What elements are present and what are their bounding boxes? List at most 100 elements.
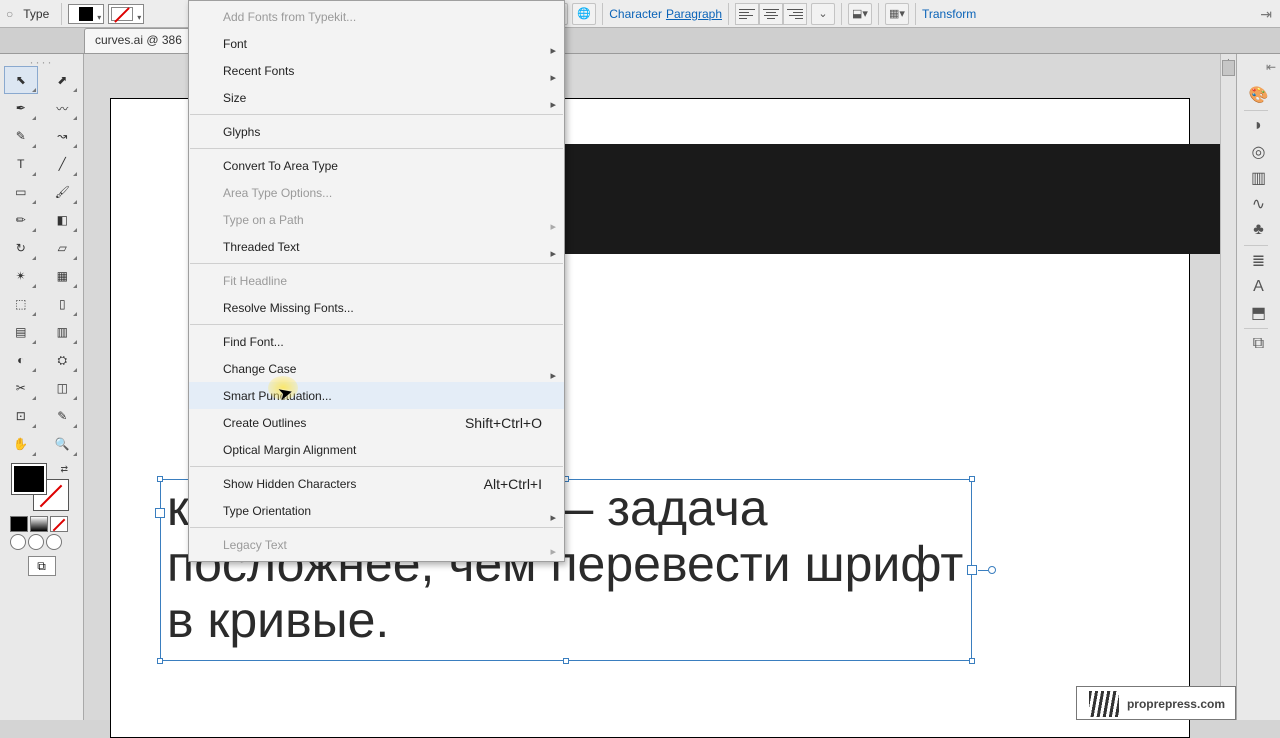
menu-item-label: Size: [223, 91, 246, 105]
divider: [1244, 328, 1268, 329]
menu-item[interactable]: Optical Margin Alignment: [189, 436, 564, 463]
fill-swatch[interactable]: ▾: [68, 4, 104, 24]
menu-item-label: Find Font...: [223, 335, 284, 349]
tool-label: Type: [23, 7, 49, 21]
menu-item[interactable]: Change Case: [189, 355, 564, 382]
panel-icon[interactable]: A: [1244, 274, 1274, 300]
solid-color-swatch[interactable]: [10, 516, 28, 532]
tool-button[interactable]: ✎: [46, 402, 80, 430]
tool-button[interactable]: ✎: [4, 122, 38, 150]
tool-button[interactable]: ⬈: [46, 66, 80, 94]
menu-item-label: Type Orientation: [223, 504, 311, 518]
vertical-scrollbar[interactable]: ▲ ▼: [1220, 54, 1236, 704]
swap-fill-stroke-icon[interactable]: ⇄: [60, 464, 68, 475]
panel-icon[interactable]: ≣: [1244, 248, 1274, 274]
tool-button[interactable]: 🖌: [46, 178, 80, 206]
tool-button[interactable]: ▭: [4, 178, 38, 206]
tool-button[interactable]: ◐: [4, 346, 38, 374]
selection-handle[interactable]: [969, 658, 975, 664]
menu-item-label: Show Hidden Characters: [223, 477, 356, 491]
menu-item[interactable]: Type Orientation: [189, 497, 564, 524]
scrollbar-thumb[interactable]: [1222, 60, 1235, 76]
expand-panels-icon[interactable]: ⇤: [1266, 60, 1276, 74]
tool-button[interactable]: ⬉: [4, 66, 38, 94]
selection-handle[interactable]: [157, 476, 163, 482]
panel-icon[interactable]: ◗: [1244, 113, 1274, 139]
draw-behind-icon[interactable]: [28, 534, 44, 550]
warp-icon[interactable]: ⬓▾: [848, 3, 872, 25]
align-right-button[interactable]: [783, 3, 807, 25]
collapse-icon[interactable]: ⇥: [1260, 6, 1272, 23]
tool-button[interactable]: ⛭: [46, 346, 80, 374]
tool-button[interactable]: ✏: [4, 206, 38, 234]
menu-item-label: Recent Fonts: [223, 64, 294, 78]
tool-button[interactable]: ▱: [46, 234, 80, 262]
menu-item[interactable]: Size: [189, 84, 564, 111]
tool-button[interactable]: ▥: [46, 318, 80, 346]
screen-mode-button[interactable]: ⧉: [28, 556, 56, 576]
menu-item[interactable]: Create OutlinesShift+Ctrl+O: [189, 409, 564, 436]
align-center-button[interactable]: [759, 3, 783, 25]
none-swatch[interactable]: [50, 516, 68, 532]
menu-item[interactable]: Smart Punctuation...: [189, 382, 564, 409]
menu-item[interactable]: Resolve Missing Fonts...: [189, 294, 564, 321]
in-port[interactable]: [155, 508, 165, 518]
menu-item[interactable]: Glyphs: [189, 118, 564, 145]
menu-item[interactable]: Find Font...: [189, 328, 564, 355]
globe-icon[interactable]: 🌐: [572, 3, 596, 25]
draw-mode-row: [0, 534, 83, 550]
tool-button[interactable]: T: [4, 150, 38, 178]
document-tab[interactable]: curves.ai @ 386: [84, 28, 193, 53]
menu-item[interactable]: Recent Fonts: [189, 57, 564, 84]
fill-proxy[interactable]: [12, 464, 46, 494]
tool-button[interactable]: ✒: [4, 94, 38, 122]
panel-icon[interactable]: ⬒: [1244, 300, 1274, 326]
draw-inside-icon[interactable]: [46, 534, 62, 550]
panel-icon[interactable]: ♣: [1244, 217, 1274, 243]
tool-button[interactable]: 〰: [46, 94, 80, 122]
paragraph-link[interactable]: Paragraph: [666, 7, 722, 21]
stroke-swatch[interactable]: ▾: [108, 4, 144, 24]
align-left-button[interactable]: [735, 3, 759, 25]
menu-item-label: Font: [223, 37, 247, 51]
tool-button[interactable]: ◧: [46, 206, 80, 234]
tool-button[interactable]: 🔍: [46, 430, 80, 458]
divider: [61, 3, 62, 25]
character-link[interactable]: Character: [609, 7, 662, 21]
tool-button[interactable]: ▦: [46, 262, 80, 290]
panel-icon[interactable]: 🎨: [1244, 82, 1274, 108]
panel-grip[interactable]: [0, 58, 83, 66]
tool-button[interactable]: ⊡: [4, 402, 38, 430]
tool-button[interactable]: ↻: [4, 234, 38, 262]
selection-handle[interactable]: [563, 658, 569, 664]
envelope-icon[interactable]: ▦▾: [885, 3, 909, 25]
overflow-align-button[interactable]: ⌄: [811, 3, 835, 25]
tool-button[interactable]: ✂: [4, 374, 38, 402]
tool-button[interactable]: ✋: [4, 430, 38, 458]
transform-link[interactable]: Transform: [922, 7, 976, 21]
panel-icon[interactable]: ▥: [1244, 165, 1274, 191]
menu-item[interactable]: Convert To Area Type: [189, 152, 564, 179]
draw-normal-icon[interactable]: [10, 534, 26, 550]
menu-item[interactable]: Font: [189, 30, 564, 57]
selection-handle[interactable]: [969, 476, 975, 482]
out-port[interactable]: [967, 565, 977, 575]
color-proxy[interactable]: ⇄: [12, 464, 68, 510]
tool-button[interactable]: ▯: [46, 290, 80, 318]
menu-item[interactable]: Threaded Text: [189, 233, 564, 260]
tool-button[interactable]: ▤: [4, 318, 38, 346]
tool-button[interactable]: ◫: [46, 374, 80, 402]
panel-icon[interactable]: ∿: [1244, 191, 1274, 217]
tool-button[interactable]: ✴: [4, 262, 38, 290]
panel-icon[interactable]: ◎: [1244, 139, 1274, 165]
selection-handle[interactable]: [157, 658, 163, 664]
gradient-swatch[interactable]: [30, 516, 48, 532]
divider: [915, 3, 916, 25]
tool-button[interactable]: ╱: [46, 150, 80, 178]
panel-icon[interactable]: ⧉: [1244, 331, 1274, 357]
tool-button[interactable]: ⬚: [4, 290, 38, 318]
menu-item[interactable]: Show Hidden CharactersAlt+Ctrl+I: [189, 470, 564, 497]
tool-button[interactable]: ↝: [46, 122, 80, 150]
menu-item-label: Threaded Text: [223, 240, 300, 254]
menu-item-label: Convert To Area Type: [223, 159, 338, 173]
